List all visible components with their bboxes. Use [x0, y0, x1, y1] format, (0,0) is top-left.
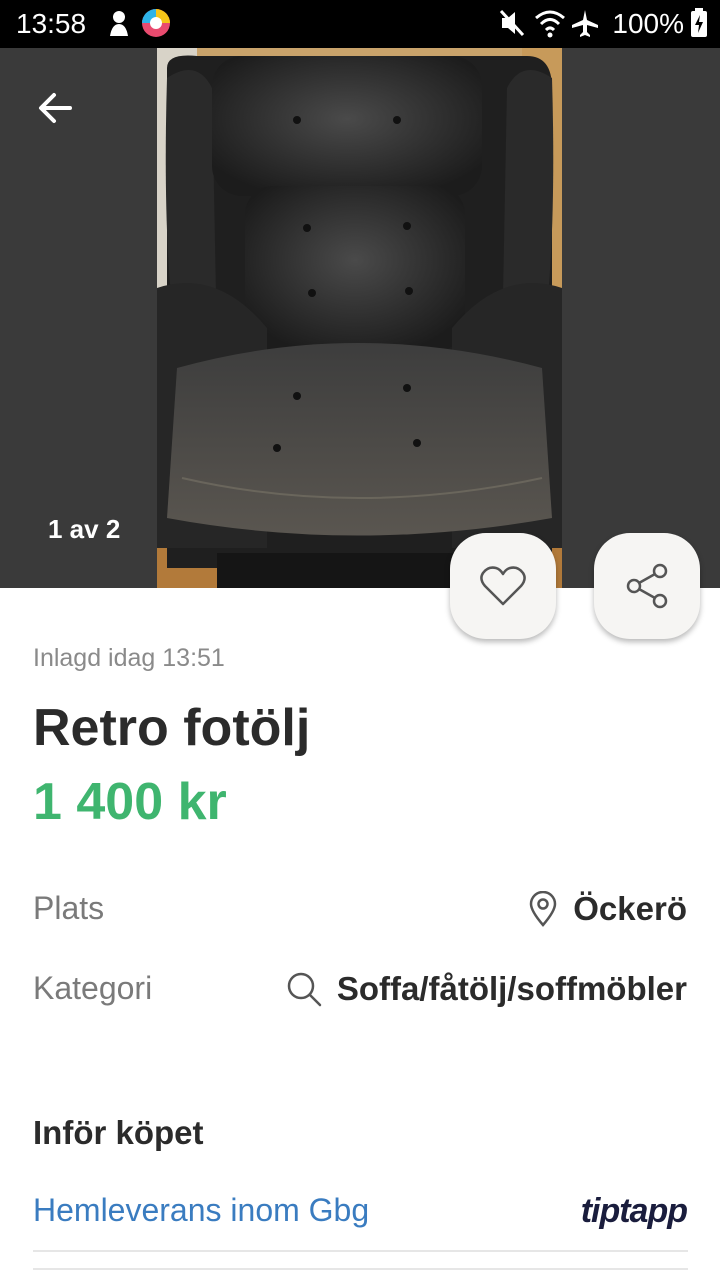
listing-price: 1 400 kr	[33, 773, 227, 831]
share-button[interactable]	[594, 533, 700, 639]
notification-icon	[106, 8, 132, 43]
heart-icon	[480, 566, 526, 606]
listing-photo[interactable]	[157, 48, 562, 588]
posted-date: Inlagd idag 13:51	[33, 644, 225, 672]
location-value-link[interactable]: Öckerö	[527, 890, 687, 928]
divider	[33, 1250, 688, 1252]
battery-icon	[690, 8, 708, 43]
location-pin-icon	[527, 891, 559, 927]
section-title: Inför köpet	[33, 1114, 204, 1151]
category-value: Soffa/fåtölj/soffmöbler	[336, 970, 687, 1007]
location-label: Plats	[33, 890, 105, 926]
arrow-left-icon	[39, 93, 72, 123]
delivery-link[interactable]: Hemleverans inom Gbg	[33, 1192, 369, 1229]
share-icon	[626, 563, 668, 609]
listing-title: Retro fotölj	[33, 699, 311, 757]
battery-percent: 100%	[612, 8, 684, 39]
status-time: 13:58	[16, 8, 87, 39]
app-icon	[141, 8, 171, 43]
airplane-icon	[570, 8, 600, 43]
mute-icon	[498, 8, 526, 43]
category-label: Kategori	[33, 970, 153, 1006]
image-gallery[interactable]: 1 av 2	[0, 48, 720, 588]
divider	[33, 1268, 688, 1270]
back-button[interactable]	[30, 82, 82, 134]
wifi-icon	[534, 8, 566, 43]
category-value-link[interactable]: Soffa/fåtölj/soffmöbler	[285, 970, 687, 1008]
image-counter: 1 av 2	[48, 514, 121, 544]
favorite-button[interactable]	[450, 533, 556, 639]
location-value: Öckerö	[573, 890, 687, 927]
status-bar: 13:58 100%	[0, 0, 720, 48]
tiptapp-logo[interactable]: tiptapp	[581, 1192, 688, 1231]
search-icon	[285, 970, 323, 1008]
